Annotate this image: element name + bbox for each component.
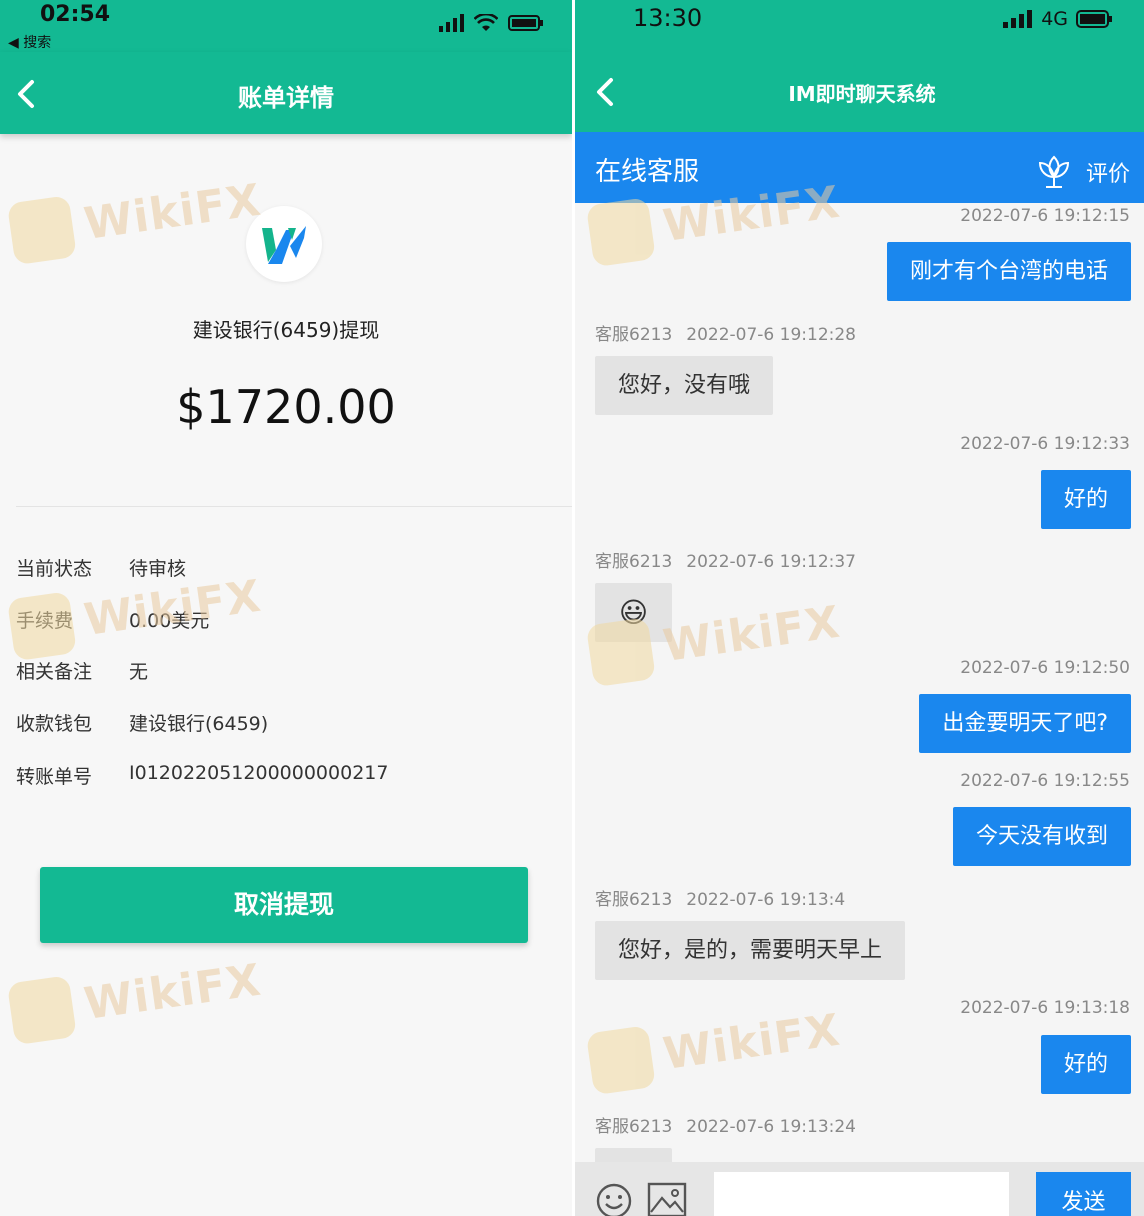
image-icon[interactable] [647,1182,687,1216]
nav-bar: 账单详情 [0,52,572,134]
message-bubble-sent[interactable]: 好的 [1040,1035,1131,1094]
status-bar: 13:30 4G [575,0,1144,52]
detail-row-transfer-id: 转账单号 I012022051200000000217 [16,762,556,792]
status-bar: 02:54 ◀ 搜索 [0,0,572,52]
agent-name: 客服6213 [595,890,673,910]
transaction-amount: $1720.00 [176,380,396,434]
battery-icon [1076,10,1112,28]
chat-screen: 13:30 4G IM即时聊天系统 在线客服 评价 2022-07-6 19:1… [575,0,1144,1216]
detail-label: 转账单号 [16,766,93,788]
detail-value: 0.00美元 [129,610,210,632]
rate-label: 评价 [1085,162,1130,187]
detail-value: 无 [129,661,149,683]
wifi-icon [474,14,498,31]
status-time: 02:54 [40,2,111,27]
agent-name: 客服6213 [595,1117,673,1137]
flower-rate-icon [1038,155,1069,188]
message-meta: 客服6213 2022-07-6 19:12:28 [595,320,856,345]
nav-bar: IM即时聊天系统 [575,52,1144,132]
message-bubble-received[interactable]: 您好，没有哦 [595,356,774,415]
message-bubble-sent[interactable]: 今天没有收到 [952,807,1131,866]
battery-icon [508,15,543,31]
detail-label: 收款钱包 [16,713,93,735]
w-logo-icon [262,226,306,264]
message-timestamp: 2022-07-6 19:12:55 [960,771,1130,791]
message-timestamp: 2022-07-6 19:12:37 [686,552,856,572]
message-timestamp: 2022-07-6 19:12:33 [960,434,1130,454]
message-bubble-emoji[interactable]: 😃 [595,583,672,642]
send-button[interactable]: 发送 [1036,1172,1131,1216]
message-timestamp: 2022-07-6 19:13:18 [960,998,1130,1018]
status-icons [438,14,544,32]
chat-input-bar: 发送 [575,1162,1144,1216]
message-bubble-received[interactable]: 您好，是的，需要明天早上 [595,921,906,980]
watermark-logo-icon [6,975,77,1046]
status-time: 13:30 [633,4,703,32]
signal-icon [1003,10,1033,28]
detail-row-status: 当前状态 待审核 [16,554,556,584]
back-to-search-link[interactable]: ◀ 搜索 [8,32,51,52]
detail-label: 当前状态 [16,558,93,580]
detail-row-fee: 手续费 0.00美元 [16,606,556,636]
detail-row-remark: 相关备注 无 [16,657,556,687]
app-logo [246,206,322,282]
message-meta: 客服6213 2022-07-6 19:13:4 [595,885,845,910]
watermark: WikiFX [585,999,844,1096]
divider [16,506,572,507]
message-meta: 客服6213 2022-07-6 19:12:37 [595,547,856,572]
message-meta: 客服6213 2022-07-6 19:13:24 [595,1112,856,1137]
watermark: WikiFX [6,169,265,266]
status-icons: 4G [1003,8,1114,30]
emoji-icon[interactable] [595,1182,633,1216]
agent-name: 客服6213 [595,552,673,572]
detail-value: 建设银行(6459) [129,713,269,735]
customer-service-header: 在线客服 评价 [575,132,1144,203]
message-timestamp: 2022-07-6 19:13:4 [686,890,846,910]
detail-label: 相关备注 [16,661,93,683]
message-input[interactable] [714,1172,1009,1216]
message-bubble-sent[interactable]: 刚才有个台湾的电话 [886,242,1131,301]
detail-value: 待审核 [129,558,187,580]
bill-detail-screen: 02:54 ◀ 搜索 账单详情 建设银行(6459)提现 $1720.00 当前… [0,0,572,1216]
watermark-logo-icon [6,195,77,266]
watermark-logo-icon [585,1025,656,1096]
message-timestamp: 2022-07-6 19:12:50 [960,658,1130,678]
page-title: 账单详情 [238,84,334,112]
agent-name: 客服6213 [595,325,673,345]
detail-label: 手续费 [16,610,74,632]
message-bubble-sent[interactable]: 好的 [1040,470,1131,529]
smiley-emoji-icon: 😃 [618,596,649,629]
message-timestamp: 2022-07-6 19:12:28 [686,325,856,345]
page-title: IM即时聊天系统 [788,82,936,106]
message-timestamp: 2022-07-6 19:13:24 [686,1117,856,1137]
transaction-title: 建设银行(6459)提现 [192,318,380,342]
network-type: 4G [1041,8,1068,30]
cancel-withdrawal-button[interactable]: 取消提现 [40,867,528,943]
message-bubble-sent[interactable]: 出金要明天了吧? [919,694,1131,753]
signal-icon [439,14,464,32]
watermark: WikiFX [6,949,265,1046]
detail-row-wallet: 收款钱包 建设银行(6459) [16,709,556,739]
rate-button[interactable]: 评价 [1034,153,1130,191]
message-timestamp: 2022-07-6 19:12:15 [960,206,1130,226]
customer-service-title: 在线客服 [595,157,700,187]
detail-value: I012022051200000000217 [129,762,389,784]
watermark-logo-icon [585,197,656,268]
